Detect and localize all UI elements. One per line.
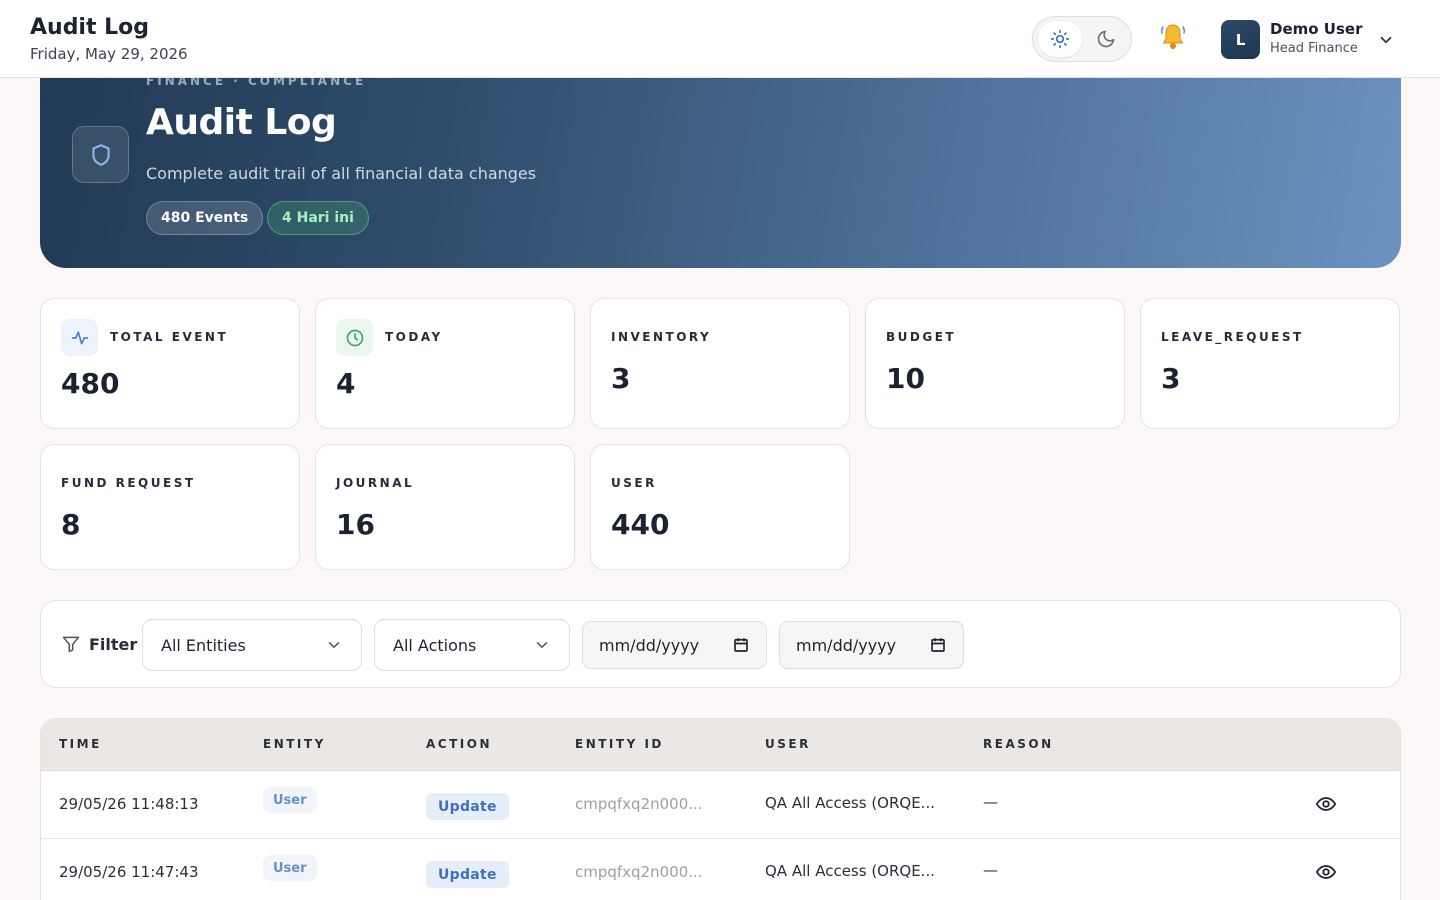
events-count-badge: 480 Events bbox=[146, 201, 264, 235]
date-to-placeholder: mm/dd/yyyy bbox=[796, 635, 897, 655]
column-header-entity-id[interactable]: ENTITY ID bbox=[575, 737, 664, 751]
row-user: QA All Access (ORQE... bbox=[765, 862, 935, 880]
calendar-icon[interactable] bbox=[732, 636, 750, 654]
bell-icon bbox=[1160, 24, 1186, 49]
row-reason: — bbox=[983, 861, 998, 879]
stat-card-budget: BUDGET 10 bbox=[865, 298, 1125, 429]
row-time: 29/05/26 11:48:13 bbox=[59, 795, 199, 813]
dark-mode-button[interactable] bbox=[1084, 21, 1128, 57]
column-header-action[interactable]: ACTION bbox=[426, 737, 492, 751]
table-row[interactable]: 29/05/26 11:47:43 User Update cmpqfxq2n0… bbox=[41, 839, 1400, 900]
clock-icon bbox=[346, 329, 363, 346]
column-header-time[interactable]: TIME bbox=[59, 737, 102, 751]
row-entity-id: cmpqfxq2n000... bbox=[575, 795, 703, 813]
stat-card-journal: JOURNAL 16 bbox=[315, 444, 575, 570]
view-details-icon[interactable] bbox=[1315, 861, 1337, 883]
stat-label: TOTAL EVENT bbox=[110, 330, 229, 344]
user-role: Head Finance bbox=[1270, 41, 1358, 56]
column-header-entity[interactable]: ENTITY bbox=[263, 737, 326, 751]
audit-table: TIME ENTITY ACTION ENTITY ID USER REASON… bbox=[40, 718, 1401, 900]
table-header: TIME ENTITY ACTION ENTITY ID USER REASON bbox=[41, 719, 1400, 771]
action-badge: Update bbox=[426, 861, 509, 888]
filter-icon bbox=[62, 636, 80, 653]
stat-icon-box bbox=[336, 319, 373, 356]
stat-label: TODAY bbox=[385, 330, 443, 344]
stat-card-leave-request: LEAVE_REQUEST 3 bbox=[1140, 298, 1400, 429]
stat-label: JOURNAL bbox=[336, 476, 415, 490]
filter-label-text: Filter bbox=[89, 634, 138, 654]
date-to-input[interactable]: mm/dd/yyyy bbox=[779, 621, 964, 669]
top-bar: Audit Log Friday, May 29, 2026 L Demo Us… bbox=[0, 0, 1440, 78]
column-header-reason[interactable]: REASON bbox=[983, 737, 1054, 751]
stat-label: INVENTORY bbox=[611, 330, 712, 344]
user-name[interactable]: Demo User bbox=[1270, 20, 1362, 38]
chevron-down-icon bbox=[536, 642, 548, 648]
stat-card-inventory: INVENTORY 3 bbox=[590, 298, 850, 429]
activity-icon bbox=[71, 330, 88, 345]
entity-select[interactable]: All Entities bbox=[142, 619, 362, 671]
stat-icon-box bbox=[61, 319, 98, 356]
hero-title: Audit Log bbox=[146, 102, 337, 143]
stat-value: 3 bbox=[611, 362, 631, 395]
stat-card-today: TODAY 4 bbox=[315, 298, 575, 429]
stat-value: 10 bbox=[886, 362, 925, 395]
chevron-down-icon[interactable] bbox=[1377, 31, 1395, 49]
stat-value: 480 bbox=[61, 367, 120, 400]
stat-card-user: USER 440 bbox=[590, 444, 850, 570]
calendar-icon[interactable] bbox=[929, 636, 947, 654]
stat-card-total-event: TOTAL EVENT 480 bbox=[40, 298, 300, 429]
stat-card-fund-request: FUND REQUEST 8 bbox=[40, 444, 300, 570]
row-user: QA All Access (ORQE... bbox=[765, 794, 935, 812]
action-select-value: All Actions bbox=[393, 635, 477, 655]
notifications-button[interactable] bbox=[1156, 20, 1190, 54]
action-badge: Update bbox=[426, 793, 509, 820]
hero-subtitle: Complete audit trail of all financial da… bbox=[146, 164, 537, 183]
shield-icon bbox=[91, 143, 110, 166]
filter-label: Filter bbox=[61, 634, 137, 654]
entity-select-value: All Entities bbox=[161, 635, 246, 655]
hero-icon-box bbox=[72, 126, 129, 183]
entity-badge: User bbox=[263, 787, 317, 813]
stat-value: 3 bbox=[1161, 362, 1181, 395]
stat-label: USER bbox=[611, 476, 657, 490]
stat-label: FUND REQUEST bbox=[61, 476, 196, 490]
table-row[interactable]: 29/05/26 11:48:13 User Update cmpqfxq2n0… bbox=[41, 771, 1400, 839]
stat-label: BUDGET bbox=[886, 330, 957, 344]
view-details-icon[interactable] bbox=[1315, 793, 1337, 815]
moon-icon bbox=[1097, 30, 1115, 48]
row-reason: — bbox=[983, 793, 998, 811]
sun-icon bbox=[1050, 29, 1070, 49]
theme-toggle[interactable] bbox=[1032, 16, 1132, 62]
date-from-placeholder: mm/dd/yyyy bbox=[599, 635, 700, 655]
stat-value: 8 bbox=[61, 508, 81, 541]
column-header-user[interactable]: USER bbox=[765, 737, 811, 751]
row-entity-id: cmpqfxq2n000... bbox=[575, 863, 703, 881]
current-date: Friday, May 29, 2026 bbox=[30, 45, 188, 63]
row-time: 29/05/26 11:47:43 bbox=[59, 863, 199, 881]
light-mode-button[interactable] bbox=[1038, 21, 1082, 57]
stat-value: 4 bbox=[336, 367, 356, 400]
stat-label: LEAVE_REQUEST bbox=[1161, 330, 1304, 344]
filter-bar: Filter All Entities All Actions mm/dd/yy… bbox=[40, 600, 1401, 688]
avatar[interactable]: L bbox=[1221, 20, 1260, 59]
stat-value: 440 bbox=[611, 508, 670, 541]
action-select[interactable]: All Actions bbox=[374, 619, 570, 671]
entity-badge: User bbox=[263, 855, 317, 881]
chevron-down-icon bbox=[328, 642, 340, 648]
page-title: Audit Log bbox=[30, 15, 150, 40]
today-count-badge: 4 Hari ini bbox=[267, 201, 369, 235]
date-from-input[interactable]: mm/dd/yyyy bbox=[582, 621, 767, 669]
stat-value: 16 bbox=[336, 508, 375, 541]
